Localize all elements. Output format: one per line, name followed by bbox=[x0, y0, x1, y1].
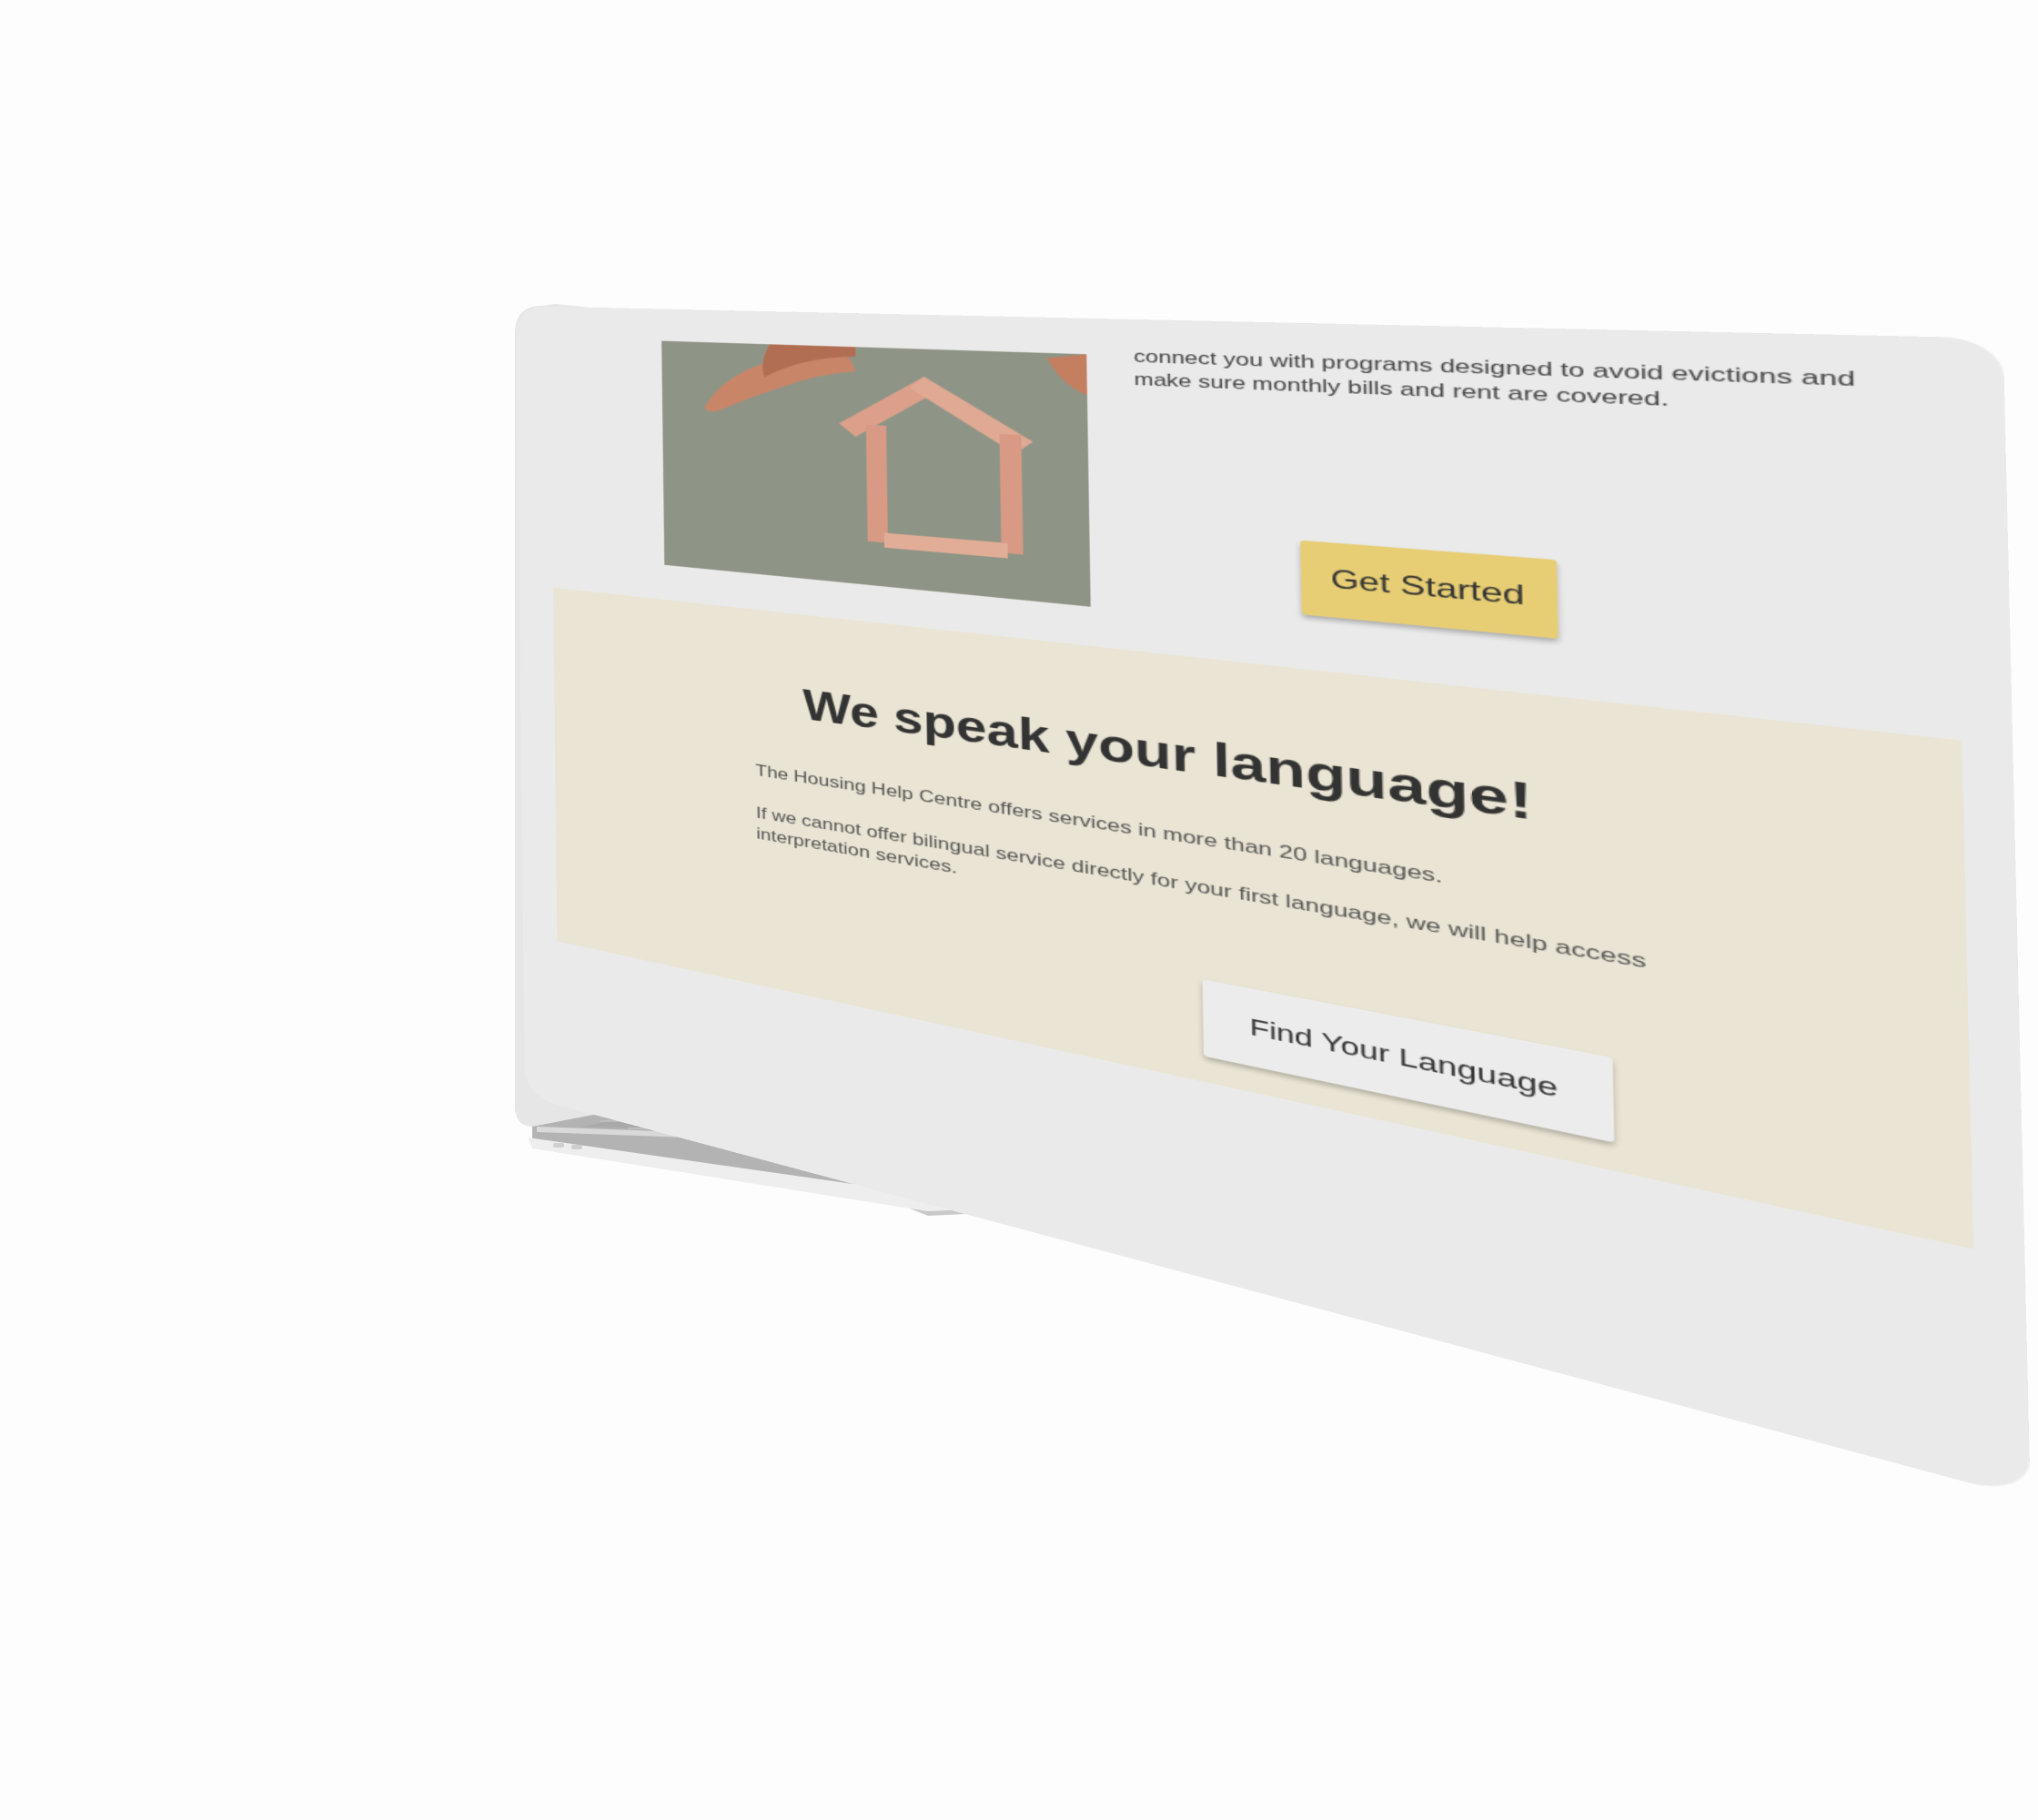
laptop-mockup: connect you with programs designed to av… bbox=[0, 0, 2038, 1820]
find-your-language-button[interactable]: Find Your Language bbox=[1202, 979, 1615, 1143]
wooden-block-house-icon bbox=[661, 340, 1091, 607]
get-started-button[interactable]: Get Started bbox=[1300, 540, 1559, 639]
house-blocks-image bbox=[661, 340, 1091, 607]
language-section: We speak your language! The Housing Help… bbox=[552, 587, 1974, 1249]
intro-text: connect you with programs designed to av… bbox=[1133, 346, 1856, 411]
